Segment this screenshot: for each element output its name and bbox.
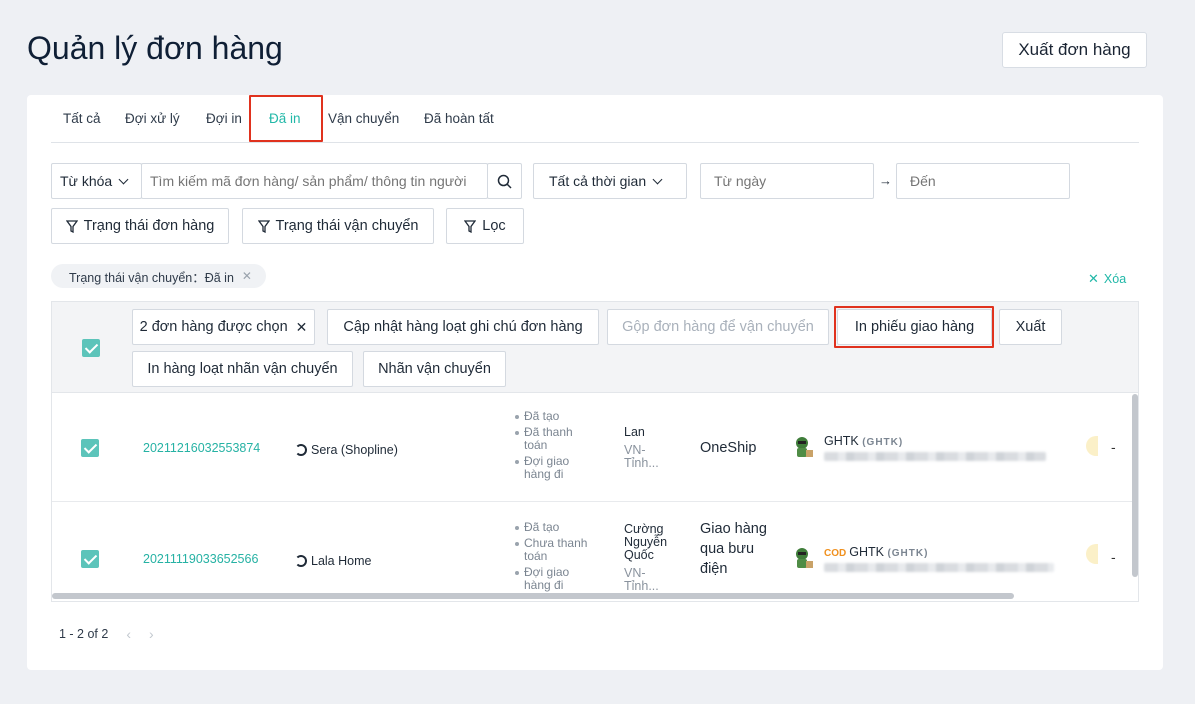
orders-table: 2 đơn hàng được chọn ✕ Cập nhật hàng loạ… — [51, 301, 1139, 602]
keyword-select[interactable]: Từ khóa — [51, 163, 142, 199]
filter-button[interactable]: Lọc — [446, 208, 524, 244]
select-all-checkbox[interactable] — [82, 339, 100, 357]
chevron-down-icon — [118, 174, 129, 184]
customer-name: Cường Nguyễn Quốc — [624, 522, 668, 562]
row-checkbox[interactable] — [81, 439, 99, 457]
filter-icon — [257, 219, 270, 233]
shipping-labels-button[interactable]: Nhãn vận chuyển — [363, 351, 506, 387]
chevron-right-icon[interactable]: › — [149, 626, 154, 642]
active-filter-label: Trạng thái vận chuyển：Đã in — [69, 270, 234, 285]
order-status-list: Đã tạo Đã thanh toán Đợi giao hàng đi — [514, 410, 604, 484]
order-id-link[interactable]: 20211216032553874 — [143, 441, 260, 455]
vertical-scrollbar[interactable] — [1132, 394, 1138, 577]
time-range-label: Tất cả thời gian — [549, 173, 647, 189]
customer-name: Lan — [624, 425, 645, 439]
logistics-code: (GHTK) — [862, 437, 904, 448]
cod-badge: COD — [824, 548, 847, 559]
printed-tab-highlight — [249, 95, 323, 142]
tab-pending[interactable]: Đợi xử lý — [125, 111, 180, 126]
customer-info: Cường Nguyễn Quốc VN-Tỉnh... — [624, 523, 672, 593]
status-item: Đã tạo — [514, 410, 604, 423]
search-button[interactable] — [487, 163, 522, 199]
shop-icon — [295, 444, 307, 456]
logistics-name: GHTK — [849, 545, 884, 559]
close-icon: ✕ — [295, 318, 308, 335]
shop-label: Lala Home — [311, 554, 372, 568]
horizontal-scrollbar[interactable] — [52, 593, 1014, 599]
customer-address: VN-Tỉnh... — [624, 566, 659, 593]
shipping-status-filter-button[interactable]: Trạng thái vận chuyển — [242, 208, 434, 244]
bulk-action-bar: 2 đơn hàng được chọn ✕ Cập nhật hàng loạ… — [52, 302, 1138, 393]
selected-count-label: 2 đơn hàng được chọn — [139, 319, 288, 335]
tracking-number-blurred — [824, 452, 1046, 461]
table-row[interactable]: 20211119033652566 Lala Home Đã tạo Chưa … — [52, 503, 1134, 601]
shipping-status-filter-label: Trạng thái vận chuyển — [275, 218, 419, 234]
carrier-name: OneShip — [700, 440, 757, 456]
order-id-link[interactable]: 20211119033652566 — [143, 552, 258, 566]
shop-icon — [295, 555, 307, 567]
export-button[interactable]: Xuất — [999, 309, 1062, 345]
keyword-select-label: Từ khóa — [60, 173, 113, 189]
customer-address: VN-Tỉnh... — [624, 443, 659, 470]
order-status-filter-label: Trạng thái đơn hàng — [83, 218, 215, 234]
ghtk-mascot-icon — [796, 437, 813, 457]
from-date-input[interactable] — [700, 163, 874, 199]
status-item: Đã tạo — [514, 521, 604, 534]
shop-label: Sera (Shopline) — [311, 443, 398, 457]
merge-orders-button[interactable]: Gộp đơn hàng để vận chuyển — [607, 309, 829, 345]
pagination-range: 1 - 2 of 2 — [59, 627, 109, 641]
order-status-filter-button[interactable]: Trạng thái đơn hàng — [51, 208, 229, 244]
coin-icon — [1086, 436, 1098, 456]
to-date-input[interactable] — [896, 163, 1070, 199]
shop-name: Sera (Shopline) — [295, 443, 398, 457]
page-title: Quản lý đơn hàng — [27, 30, 283, 66]
time-range-select[interactable]: Tất cả thời gian — [533, 163, 687, 199]
selected-count-button[interactable]: 2 đơn hàng được chọn ✕ — [132, 309, 315, 345]
filter-icon — [464, 219, 477, 233]
row-checkbox[interactable] — [81, 550, 99, 568]
arrow-right-icon: → — [879, 173, 892, 188]
logistics-code: (GHTK) — [887, 548, 929, 559]
active-filter-chip: Trạng thái vận chuyển：Đã in ✕ — [51, 264, 266, 288]
empty-value: - — [1111, 549, 1116, 565]
ghtk-mascot-icon — [796, 548, 813, 568]
close-icon[interactable]: ✕ — [242, 269, 252, 283]
status-item: Đợi giao hàng đi — [514, 455, 578, 481]
logistics-info: GHTK (GHTK) — [790, 434, 1046, 461]
status-item: Đợi giao hàng đi — [514, 566, 578, 592]
tab-await-print[interactable]: Đợi in — [206, 111, 242, 126]
logistics-name: GHTK — [824, 434, 859, 448]
table-row[interactable]: 20211216032553874 Sera (Shopline) Đã tạo… — [52, 394, 1134, 502]
empty-value: - — [1111, 439, 1116, 455]
chevron-down-icon — [652, 174, 663, 184]
export-orders-button[interactable]: Xuất đơn hàng — [1002, 32, 1147, 68]
filter-label: Lọc — [482, 218, 506, 234]
order-status-list: Đã tạo Chưa thanh toán Đợi giao hàng đi — [514, 521, 604, 595]
chevron-left-icon[interactable]: ‹ — [126, 626, 131, 642]
search-icon — [497, 174, 512, 189]
status-item: Chưa thanh toán — [514, 537, 589, 563]
clear-filters-link[interactable]: ✕ Xóa — [1088, 271, 1126, 287]
tab-all[interactable]: Tất cả — [63, 111, 101, 126]
bulk-update-notes-button[interactable]: Cập nhật hàng loạt ghi chú đơn hàng — [327, 309, 599, 345]
shop-name: Lala Home — [295, 554, 371, 568]
tracking-number-blurred — [824, 563, 1054, 572]
clear-filters-label: Xóa — [1103, 272, 1127, 286]
bulk-print-labels-button[interactable]: In hàng loạt nhãn vận chuyển — [132, 351, 353, 387]
orders-card: Tất cả Đợi xử lý Đợi in Đã in Vận chuyển… — [27, 95, 1163, 670]
pagination: 1 - 2 of 2 ‹ › — [59, 626, 154, 642]
close-icon: ✕ — [1088, 271, 1099, 286]
filter-icon — [65, 219, 78, 233]
search-input[interactable] — [141, 163, 488, 199]
status-tabs: Tất cả Đợi xử lý Đợi in Đã in Vận chuyển… — [51, 95, 1139, 143]
tab-completed[interactable]: Đã hoàn tất — [424, 111, 494, 126]
print-delivery-highlight — [834, 306, 994, 348]
carrier-name: Giao hàng qua bưu điện — [700, 521, 767, 577]
status-item: Đã thanh toán — [514, 426, 578, 452]
logistics-info: COD GHTK (GHTK) — [790, 545, 1054, 572]
tab-shipping[interactable]: Vận chuyển — [328, 111, 399, 126]
customer-info: Lan VN-Tỉnh... — [624, 426, 672, 470]
coin-icon — [1086, 544, 1098, 564]
